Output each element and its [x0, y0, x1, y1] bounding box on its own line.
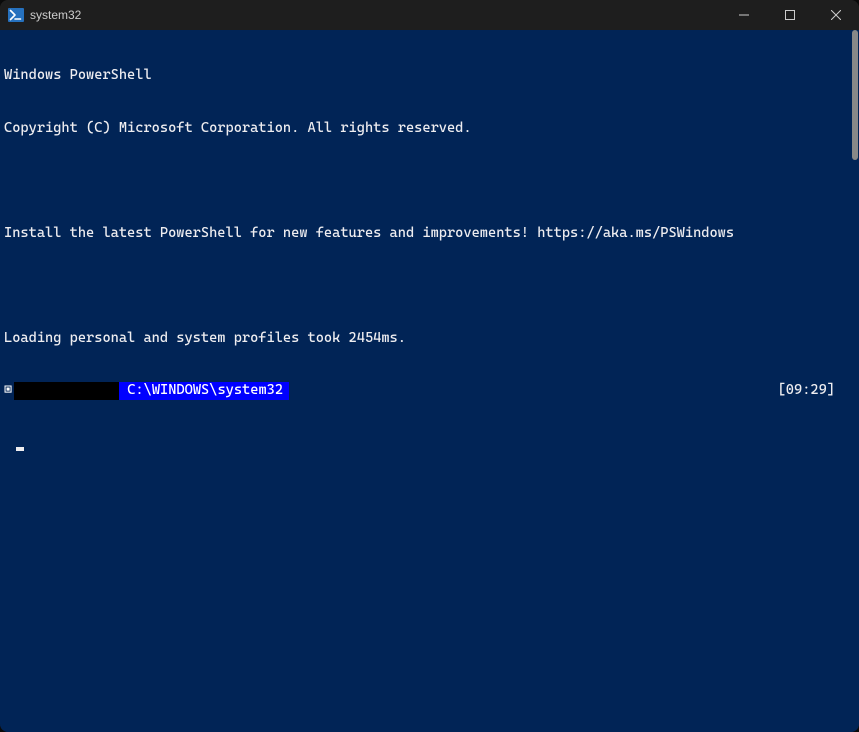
terminal-body[interactable]: Windows PowerShell Copyright (C) Microso… [0, 30, 859, 732]
prompt-time: [09:29] [778, 382, 859, 400]
prompt-row: ▣ C:\WINDOWS\system32 [09:29] [4, 382, 859, 400]
prompt-left: ▣ C:\WINDOWS\system32 [4, 382, 289, 400]
window-controls [721, 0, 859, 30]
prompt-path: C:\WINDOWS\system32 [119, 382, 289, 400]
cursor-icon [16, 447, 24, 451]
output-line [4, 277, 859, 295]
output-line [4, 172, 859, 190]
scrollbar-thumb[interactable] [852, 30, 858, 160]
titlebar[interactable]: system32 [0, 0, 859, 30]
output-line: Loading personal and system profiles too… [4, 330, 859, 348]
terminal-window: system32 Windows PowerShell Copyright (C… [0, 0, 859, 732]
close-button[interactable] [813, 0, 859, 30]
prompt-glyph-icon: ▣ [4, 382, 14, 400]
output-line: Windows PowerShell [4, 67, 859, 85]
output-line: Install the latest PowerShell for new fe… [4, 225, 859, 243]
input-line[interactable] [4, 437, 859, 451]
minimize-button[interactable] [721, 0, 767, 30]
maximize-button[interactable] [767, 0, 813, 30]
window-title: system32 [30, 8, 721, 22]
output-line: Copyright (C) Microsoft Corporation. All… [4, 120, 859, 138]
powershell-icon [8, 7, 24, 23]
prompt-user-segment [14, 382, 119, 400]
